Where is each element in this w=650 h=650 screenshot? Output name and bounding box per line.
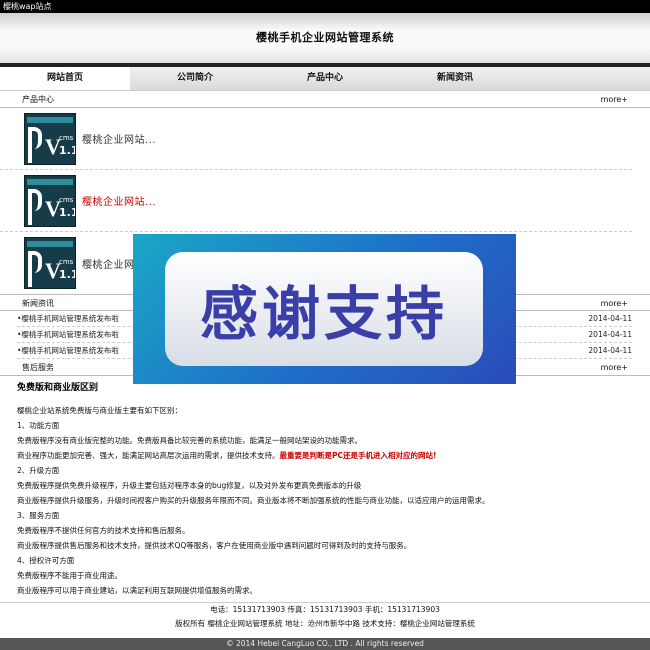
product-item[interactable]: V cms 1.1 樱桃企业网站... <box>0 170 632 232</box>
news-date: 2014-04-11 <box>588 314 632 323</box>
main-nav: 网站首页 公司简介 产品中心 新闻资讯 <box>0 67 650 91</box>
article-line: 樱桃企业站系统免费版与商业版主要有如下区别： <box>17 406 182 415</box>
article-line: 3、服务方面 <box>17 511 60 520</box>
article-warning: 最重要是判断是PC还是手机进入相对应的网站! <box>279 451 437 460</box>
article-line: 免费版程序不能用于商业用途。 <box>17 571 122 580</box>
thanks-banner-text: 感谢支持 <box>199 280 448 348</box>
article-line: 商业版程序提供售后服务和技术支持，提供技术QQ等服务，客户在使用商业版中遇到问题… <box>17 541 412 550</box>
article-line: 4、授权许可方面 <box>17 556 75 565</box>
article-line: 免费版程序提供免费升级程序，升级主要包括对程序本身的bug修复，以及对外发布更高… <box>17 481 362 490</box>
news-section-title: 新闻资讯 <box>22 299 54 308</box>
news-title[interactable]: •樱桃手机网站管理系统发布啦 <box>17 343 119 358</box>
product-title[interactable]: 樱桃企业网站... <box>82 193 156 208</box>
article-line-text: 商业程序功能更加完善、强大，能满足网站高层次运用的需求，提供技术支持。 <box>17 451 280 460</box>
footer-copyright: © 2014 Hebei CangLuo CO., LTD . All righ… <box>0 638 650 650</box>
news-date: 2014-04-11 <box>588 346 632 355</box>
header-title: 樱桃手机企业网站管理系统 <box>256 31 394 44</box>
service-section-title: 售后服务 <box>22 363 54 372</box>
article-line: 商业版程序可以用于商业建站，以满足利用互联网提供增值服务的需求。 <box>17 586 257 595</box>
news-title[interactable]: •樱桃手机网站管理系统发布啦 <box>17 327 119 342</box>
article-line: 商业版程序提供升级服务，升级时间视客户购买的升级服务年限而不同。商业版本将不断加… <box>17 496 490 505</box>
nav-about[interactable]: 公司简介 <box>130 67 260 90</box>
service-more-link[interactable]: more+ <box>601 359 628 375</box>
article: 免费版和商业版区别 樱桃企业站系统免费版与商业版主要有如下区别： 1、功能方面 … <box>0 380 650 598</box>
news-title[interactable]: •樱桃手机网站管理系统发布啦 <box>17 311 119 326</box>
thanks-overlay-banner: 感谢支持 <box>133 234 516 384</box>
article-line: 商业程序功能更加完善、强大，能满足网站高层次运用的需求，提供技术支持。最重要是判… <box>17 448 633 463</box>
thumb-cms: cms <box>59 133 74 142</box>
product-title[interactable]: 樱桃企业网站... <box>82 131 156 146</box>
footer: 电话：15131713903 传真：15131713903 手机：1513171… <box>0 602 650 631</box>
thanks-banner-panel: 感谢支持 <box>165 252 483 366</box>
nav-home[interactable]: 网站首页 <box>0 67 130 90</box>
article-line: 免费版程序没有商业版完整的功能。免费版具备比较完善的系统功能，能满足一般网站架设… <box>17 436 362 445</box>
nav-filler <box>520 67 650 90</box>
nav-news[interactable]: 新闻资讯 <box>390 67 520 90</box>
product-item[interactable]: V cms 1.1 樱桃企业网站... <box>0 108 632 170</box>
article-line: 1、功能方面 <box>17 421 60 430</box>
products-section-header: 产品中心 more+ <box>0 91 650 108</box>
thumb-cms: cms <box>59 258 74 266</box>
footer-contact: 电话：15131713903 传真：15131713903 手机：1513171… <box>210 605 440 614</box>
product-thumbnail[interactable]: V cms 1.1 <box>24 112 76 165</box>
products-section-title: 产品中心 <box>22 95 54 104</box>
product-thumbnail[interactable]: V cms 1.1 <box>24 174 76 227</box>
products-more-link[interactable]: more+ <box>601 91 628 107</box>
top-title-bar: 樱桃wap站点 <box>0 0 650 13</box>
site-header: 樱桃手机企业网站管理系统 <box>0 13 650 63</box>
news-more-link[interactable]: more+ <box>601 295 628 310</box>
thumb-cms: cms <box>59 195 74 204</box>
thumb-version: 1.1 <box>59 143 75 157</box>
thumb-version: 1.1 <box>59 205 75 219</box>
article-line: 免费版程序不提供任何官方的技术支持和售后服务。 <box>17 526 190 535</box>
news-date: 2014-04-11 <box>588 330 632 339</box>
article-line: 2、升级方面 <box>17 466 60 475</box>
footer-rights: 版权所有 樱桃企业网站管理系统 地址：沧州市新华中路 技术支持：樱桃企业网站管理… <box>175 619 475 628</box>
nav-products[interactable]: 产品中心 <box>260 67 390 90</box>
thumb-version: 1.1 <box>59 268 75 281</box>
product-title[interactable]: 樱桃企业网 <box>82 256 135 271</box>
site-tab-title: 樱桃wap站点 <box>3 2 52 11</box>
product-thumbnail[interactable]: V cms 1.1 <box>24 237 76 289</box>
